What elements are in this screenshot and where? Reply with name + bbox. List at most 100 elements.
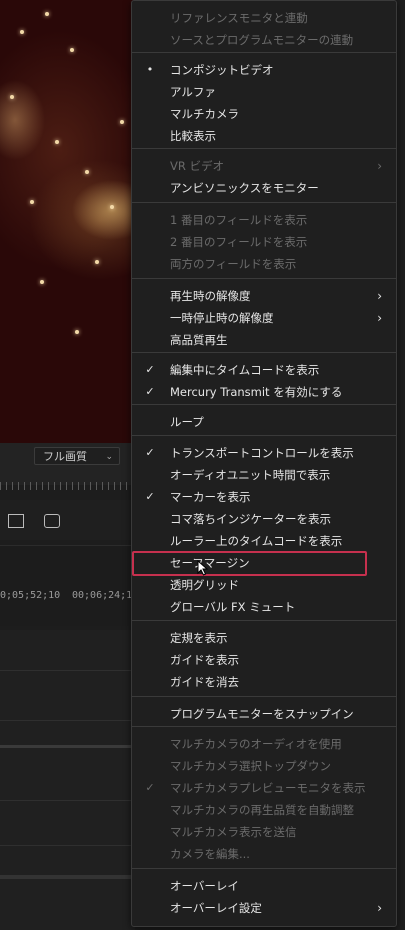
export-frame-icon[interactable] (8, 514, 24, 528)
menu-item: マルチカメラの再生品質を自動調整 (132, 799, 396, 821)
program-monitor-context-menu: リファレンスモニタと連動 ソースとプログラムモニターの連動 • コンポジットビデオ アル… (131, 0, 397, 927)
sparkle (110, 205, 114, 209)
menu-item[interactable]: ✓ トランスポートコントロールを表示 (132, 442, 396, 464)
submenu-arrow-icon: › (377, 901, 382, 915)
menu-item-label: ループ (170, 415, 204, 429)
menu-item[interactable]: ルーラー上のタイムコードを表示 (132, 530, 396, 552)
menu-item[interactable]: 一時停止時の解像度 › (132, 307, 396, 329)
menu-item[interactable]: ガイドを表示 (132, 649, 396, 671)
safe-margin-highlight-box (132, 551, 367, 576)
menu-item[interactable]: 定規を表示 (132, 627, 396, 649)
menu-item-label: 再生時の解像度 (170, 289, 251, 303)
menu-item-label: マルチカメラプレビューモニタを表示 (170, 781, 366, 795)
menu-item-label: プログラムモニターをスナップイン (170, 707, 354, 721)
menu-item[interactable]: ガイドを消去 (132, 671, 396, 693)
sparkle (120, 120, 124, 124)
menu-item[interactable]: 再生時の解像度 › (132, 285, 396, 307)
menu-separator (132, 435, 396, 436)
submenu-arrow-icon: › (377, 289, 382, 303)
menu-separator (132, 868, 396, 869)
submenu-arrow-icon: › (377, 159, 382, 173)
menu-item[interactable]: 比較表示 (132, 125, 396, 147)
menu-item-label: 両方のフィールドを表示 (170, 257, 297, 271)
bullet-icon: • (146, 63, 154, 76)
sparkle (95, 260, 99, 264)
menu-separator (132, 52, 396, 53)
menu-item-label: マルチカメラ (170, 107, 239, 121)
menu-item[interactable]: ✓ 編集中にタイムコードを表示 (132, 359, 396, 381)
menu-item: マルチカメラ表示を送信 (132, 821, 396, 843)
menu-item-label: マルチカメラのオーディオを使用 (170, 737, 342, 751)
menu-item[interactable]: オーバーレイ設定 › (132, 897, 396, 919)
menu-item-label: グローバル FX ミュート (170, 600, 296, 614)
menu-separator (132, 278, 396, 279)
menu-item-label: ガイドを表示 (170, 653, 239, 667)
menu-item-label: カメラを編集... (170, 847, 250, 861)
menu-item-label: ルーラー上のタイムコードを表示 (170, 534, 343, 548)
menu-item[interactable]: ループ (132, 411, 396, 433)
menu-item-label: アルファ (170, 85, 216, 99)
menu-item: 両方のフィールドを表示 (132, 253, 396, 275)
track-divider (0, 745, 135, 748)
menu-item[interactable]: プログラムモニターをスナップイン (132, 703, 396, 725)
playback-quality-dropdown[interactable]: フル画質 ⌄ (34, 447, 120, 465)
menu-item: カメラを編集... (132, 843, 396, 865)
compare-view-icon[interactable] (44, 514, 60, 528)
mouse-pointer-icon (197, 560, 209, 576)
sparkle (30, 200, 34, 204)
sparkle (70, 48, 74, 52)
sparkle (85, 170, 89, 174)
timeline-header (0, 545, 135, 626)
submenu-arrow-icon: › (377, 311, 382, 325)
menu-item-label: アンビソニックスをモニター (170, 181, 319, 195)
menu-item-label: Mercury Transmit を有効にする (170, 385, 343, 399)
track-divider (0, 845, 135, 846)
menu-item[interactable]: アンビソニックスをモニター (132, 177, 396, 199)
menu-item[interactable]: 高品質再生 (132, 329, 396, 351)
sparkle (75, 330, 79, 334)
menu-item: マルチカメラ選択トップダウン (132, 755, 396, 777)
menu-item: ✓ マルチカメラプレビューモニタを表示 (132, 777, 396, 799)
menu-item-label: コマ落ちインジケーターを表示 (170, 512, 331, 526)
menu-item-label: 比較表示 (170, 129, 216, 143)
monitor-ruler (0, 482, 135, 490)
sparkle (55, 140, 59, 144)
menu-item-label: 一時停止時の解像度 (170, 311, 274, 325)
menu-item-label: 定規を表示 (170, 631, 228, 645)
menu-item[interactable]: • コンポジットビデオ (132, 59, 396, 81)
menu-separator (132, 202, 396, 203)
menu-separator (132, 620, 396, 621)
menu-item-label: 1 番目のフィールドを表示 (170, 213, 308, 227)
playback-quality-value: フル画質 (43, 450, 87, 463)
menu-item-label: マーカーを表示 (170, 490, 251, 504)
program-monitor-preview (0, 0, 135, 443)
menu-item-label: マルチカメラの再生品質を自動調整 (170, 803, 354, 817)
checkmark-icon: ✓ (145, 385, 155, 398)
menu-separator (132, 696, 396, 697)
track-divider (0, 875, 135, 879)
menu-item-label: ソースとプログラムモニターの連動 (170, 33, 354, 47)
menu-item-label: VR ビデオ (170, 159, 225, 173)
menu-item: ソースとプログラムモニターの連動 (132, 29, 396, 51)
checkmark-icon: ✓ (145, 363, 155, 376)
chevron-down-icon: ⌄ (105, 452, 113, 462)
menu-item[interactable]: コマ落ちインジケーターを表示 (132, 508, 396, 530)
menu-item[interactable]: ✓ Mercury Transmit を有効にする (132, 381, 396, 403)
menu-separator (132, 352, 396, 353)
menu-item[interactable]: 透明グリッド (132, 574, 396, 596)
menu-separator (132, 404, 396, 405)
checkmark-icon: ✓ (145, 781, 155, 794)
menu-item[interactable]: アルファ (132, 81, 396, 103)
menu-item[interactable]: グローバル FX ミュート (132, 596, 396, 618)
menu-separator (132, 726, 396, 727)
timeline-timecode: 00;06;24;12 (72, 590, 139, 601)
sparkle (45, 12, 49, 16)
checkmark-icon: ✓ (145, 490, 155, 503)
menu-item[interactable]: マルチカメラ (132, 103, 396, 125)
right-panel-edge (396, 0, 405, 930)
menu-item[interactable]: オーディオユニット時間で表示 (132, 464, 396, 486)
menu-item[interactable]: オーバーレイ (132, 875, 396, 897)
menu-item: VR ビデオ › (132, 155, 396, 177)
menu-item[interactable]: ✓ マーカーを表示 (132, 486, 396, 508)
track-divider (0, 720, 135, 721)
